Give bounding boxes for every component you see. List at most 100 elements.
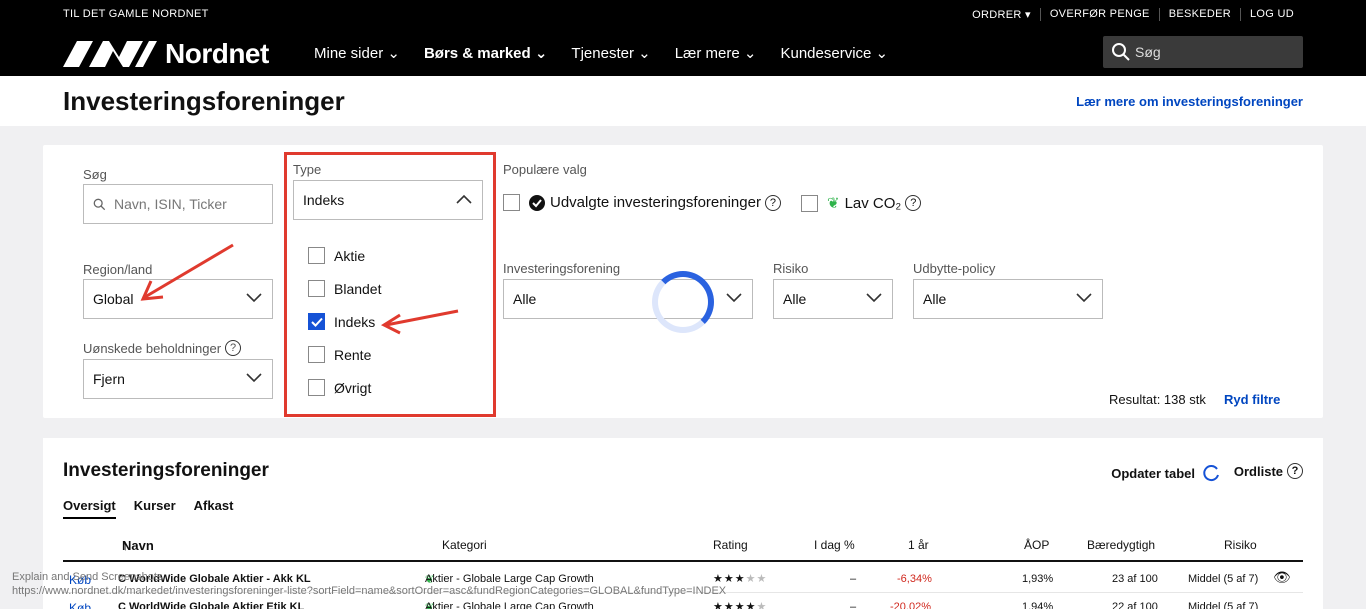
- status-url: https://www.nordnet.dk/markedet/invester…: [12, 585, 727, 597]
- results-tabs: Oversigt Kurser Afkast: [63, 498, 233, 519]
- nav-boers-marked[interactable]: Børs & marked ⌄: [424, 44, 547, 62]
- col-rating[interactable]: Rating: [713, 538, 748, 552]
- aop-value: 1,93%: [1022, 573, 1054, 585]
- search-icon: [93, 198, 106, 210]
- tab-kurser[interactable]: Kurser: [134, 498, 176, 519]
- refresh-icon: [1203, 465, 1219, 482]
- today-change: –: [850, 573, 857, 585]
- global-search[interactable]: Søg: [1103, 36, 1303, 68]
- chevron-down-icon: [726, 293, 742, 303]
- checkbox[interactable]: [503, 194, 520, 211]
- type-option-rente[interactable]: Rente: [308, 346, 371, 363]
- eye-icon[interactable]: 👁: [1273, 569, 1291, 586]
- aop-value: 1,94%: [1022, 601, 1054, 609]
- checkbox[interactable]: [308, 379, 325, 396]
- today-change: –: [850, 601, 857, 609]
- fund-select[interactable]: Alle: [503, 279, 753, 319]
- search-placeholder: Søg: [1135, 44, 1161, 60]
- dividend-label: Udbytte-policy: [913, 261, 996, 276]
- chevron-up-icon: [456, 194, 472, 204]
- tab-oversigt[interactable]: Oversigt: [63, 498, 116, 519]
- chevron-down-icon: [246, 293, 262, 303]
- type-option-indeks[interactable]: Indeks: [308, 313, 375, 330]
- col-1year[interactable]: 1 år: [908, 538, 929, 552]
- one-year-return: -20,02%: [890, 601, 931, 609]
- col-category[interactable]: Kategori: [442, 538, 487, 552]
- type-option-blandet[interactable]: Blandet: [308, 280, 381, 297]
- nav-mine-sider[interactable]: Mine sider ⌄: [314, 44, 400, 62]
- title-band: Investeringsforeninger Lær mere om inves…: [0, 76, 1366, 126]
- fund-name[interactable]: C WorldWide Globale Aktier Etik KL: [118, 601, 304, 609]
- col-aop[interactable]: ÅOP: [1024, 538, 1049, 552]
- help-icon[interactable]: ?: [225, 340, 242, 356]
- chevron-down-icon: [1076, 293, 1092, 303]
- popular-selected-funds[interactable]: Udvalgte investeringsforeninger ?: [503, 194, 781, 211]
- popular-low-co2[interactable]: ❦ Lav CO₂ ?: [801, 194, 922, 212]
- holdings-value: Fjern: [93, 371, 125, 387]
- nav-kundeservice[interactable]: Kundeservice ⌄: [780, 44, 888, 62]
- type-label: Type: [293, 162, 322, 177]
- checkbox-checked[interactable]: [308, 313, 325, 330]
- result-count: Resultat: 138 stk: [1109, 392, 1206, 407]
- messages-link[interactable]: BESKEDER: [1158, 8, 1240, 21]
- checkmark-icon: [310, 317, 323, 327]
- clear-filters-link[interactable]: Ryd filtre: [1224, 392, 1280, 407]
- col-sustainability[interactable]: Bæredygtigh: [1087, 538, 1155, 552]
- utility-bar: TIL DET GAMLE NORDNET ORDRER ▾ OVERFØR P…: [0, 0, 1366, 28]
- dividend-value: Alle: [923, 291, 947, 307]
- nordnet-logo[interactable]: Nordnet: [63, 38, 269, 70]
- update-table-button[interactable]: Opdater tabel: [1111, 463, 1221, 483]
- checkbox[interactable]: [308, 346, 325, 363]
- nav-laer-mere[interactable]: Lær mere ⌄: [675, 44, 757, 62]
- utility-links: ORDRER ▾ OVERFØR PENGE BESKEDER LOG UD: [963, 8, 1303, 21]
- browser-status-overlay: Explain and Send Screenshots https://www…: [12, 570, 726, 598]
- verified-check-icon: [529, 194, 545, 211]
- col-today[interactable]: I dag %: [814, 538, 855, 552]
- annotation-arrow-icon: [140, 243, 234, 301]
- checkbox[interactable]: [308, 247, 325, 264]
- type-option-oevrigt[interactable]: Øvrigt: [308, 379, 371, 396]
- old-site-link[interactable]: TIL DET GAMLE NORDNET: [63, 8, 209, 20]
- results-title: Investeringsforeninger: [63, 460, 269, 481]
- annotation-arrow-icon: [380, 309, 459, 335]
- type-select[interactable]: Indeks: [293, 180, 483, 220]
- type-option-aktie[interactable]: Aktie: [308, 247, 365, 264]
- help-icon[interactable]: ?: [905, 195, 922, 211]
- help-icon[interactable]: ?: [764, 194, 781, 211]
- fund-value: Alle: [513, 291, 537, 307]
- nav-items: Mine sider ⌄ Børs & marked ⌄ Tjenester ⌄…: [314, 44, 888, 62]
- sort-arrow-up-icon: ↑: [122, 538, 129, 553]
- dividend-select[interactable]: Alle: [913, 279, 1103, 319]
- type-value: Indeks: [303, 192, 345, 208]
- orders-menu[interactable]: ORDRER ▾: [963, 8, 1040, 21]
- popular-label: Populære valg: [503, 162, 587, 177]
- fund-search-placeholder: Navn, ISIN, Ticker: [114, 196, 227, 212]
- risk-select[interactable]: Alle: [773, 279, 893, 319]
- nav-tjenester[interactable]: Tjenester ⌄: [571, 44, 650, 62]
- checkbox[interactable]: [308, 280, 325, 297]
- leaf-icon: ❦: [827, 195, 840, 212]
- holdings-select[interactable]: Fjern: [83, 359, 273, 399]
- region-value: Global: [93, 291, 134, 307]
- main-nav: Nordnet Mine sider ⌄ Børs & marked ⌄ Tje…: [0, 28, 1366, 76]
- transfer-money-link[interactable]: OVERFØR PENGE: [1039, 8, 1159, 21]
- risk-value: Middel (5 af 7): [1188, 601, 1259, 609]
- filter-panel: Søg Navn, ISIN, Ticker Region/land Globa…: [43, 145, 1323, 418]
- logout-link[interactable]: LOG UD: [1240, 8, 1303, 21]
- glossary-button[interactable]: Ordliste ?: [1234, 463, 1303, 479]
- col-risk[interactable]: Risiko: [1224, 538, 1257, 552]
- logo-text: Nordnet: [165, 38, 269, 69]
- risk-value: Middel (5 af 7): [1188, 573, 1259, 585]
- learn-more-link[interactable]: Lær mere om investeringsforeninger: [1076, 94, 1303, 109]
- page-title: Investeringsforeninger: [63, 86, 345, 116]
- rating-stars: ★★★★★: [713, 601, 768, 609]
- help-icon: ?: [1287, 463, 1303, 479]
- risk-label: Risiko: [773, 261, 809, 276]
- tab-afkast[interactable]: Afkast: [194, 498, 234, 519]
- fund-search-input[interactable]: Navn, ISIN, Ticker: [83, 184, 273, 224]
- holdings-label: Uønskede beholdninger?: [83, 340, 242, 356]
- buy-link[interactable]: Køb: [69, 601, 91, 609]
- nordnet-logo-mark-icon: [63, 41, 157, 67]
- checkbox[interactable]: [801, 194, 818, 212]
- one-year-return: -6,34%: [897, 573, 932, 585]
